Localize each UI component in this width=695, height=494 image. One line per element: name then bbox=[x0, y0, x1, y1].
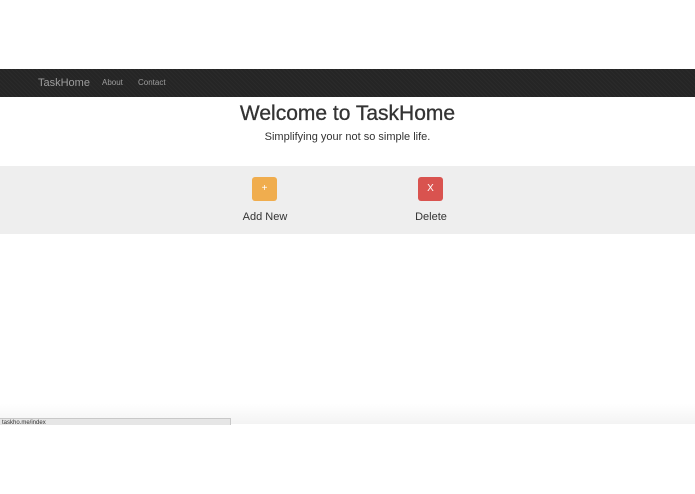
action-panel: + Add New X Delete bbox=[0, 166, 695, 234]
page-subtitle: Simplifying your not so simple life. bbox=[264, 131, 431, 143]
browser-viewport: TaskHome About Contact Welcome to TaskHo… bbox=[0, 0, 695, 494]
browser-status-bar: taskho.me/index bbox=[0, 418, 231, 425]
brand-link[interactable]: TaskHome bbox=[38, 69, 90, 97]
add-new-label: Add New bbox=[242, 211, 288, 223]
delete-action: X Delete bbox=[391, 166, 471, 234]
add-new-button[interactable]: + bbox=[252, 177, 277, 201]
plus-icon: + bbox=[261, 183, 268, 194]
close-icon: X bbox=[427, 183, 434, 194]
page-title: Welcome to TaskHome bbox=[239, 102, 456, 125]
delete-label: Delete bbox=[415, 211, 447, 223]
nav-link-about[interactable]: About bbox=[102, 69, 123, 97]
nav-link-contact[interactable]: Contact bbox=[138, 69, 166, 97]
add-new-action: + Add New bbox=[225, 166, 305, 234]
top-navbar: TaskHome About Contact bbox=[0, 69, 695, 97]
delete-button[interactable]: X bbox=[418, 177, 443, 201]
